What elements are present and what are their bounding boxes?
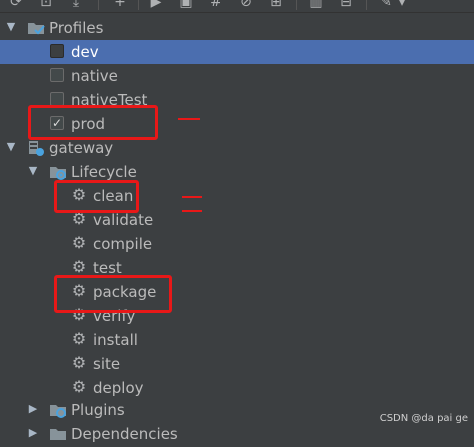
chevron-down-icon[interactable]: ▼ [4,20,18,34]
show-dependencies-icon[interactable]: ⊞ [268,0,284,10]
collapse-icon[interactable]: ⊟ [338,0,354,10]
profile-label-native: native [71,67,118,85]
lifecycle-phase-deploy[interactable]: ⚙ deploy [0,376,474,400]
annotation-box-prod [28,105,158,140]
lifecycle-phase-site[interactable]: ⚙ site [0,352,474,376]
annotation-line-clean-1 [182,196,202,198]
gear-icon: ⚙ [71,377,87,396]
execute-goal-icon[interactable]: ▣ [178,0,194,10]
generate-sources-icon[interactable]: ⊡ [38,0,54,10]
lifecycle-phase-compile[interactable]: ⚙ compile [0,232,474,256]
add-icon[interactable]: + [112,0,128,10]
lifecycle-phase-install[interactable]: ⚙ install [0,328,474,352]
profile-checkbox-native[interactable] [50,68,64,82]
plugins-label: Plugins [71,401,125,419]
toolbar-separator [366,0,367,10]
chevron-down-icon[interactable]: ▼ [4,140,18,154]
gear-icon: ⚙ [71,353,87,372]
phase-label: deploy [93,379,144,397]
skip-tests-icon[interactable]: ⊘ [238,0,254,10]
chevron-right-icon[interactable]: ▶ [26,426,40,440]
lifecycle-folder-icon [49,163,67,181]
phase-label: site [93,355,121,373]
chevron-down-icon[interactable]: ▼ [26,164,40,178]
profiles-folder-icon [27,19,45,37]
gear-icon: ⚙ [71,329,87,348]
lifecycle-label: Lifecycle [71,163,137,181]
watermark: CSDN @da pai ge [379,413,468,424]
download-icon[interactable]: ⤓ [68,0,84,10]
annotation-box-clean [54,180,139,213]
tree-node-dependencies[interactable]: ▶ Dependencies [0,422,474,446]
phase-label: compile [93,235,153,253]
chevron-right-icon[interactable]: ▶ [26,402,40,416]
phase-label: install [93,331,138,349]
settings-wrench-icon[interactable]: ✎ [378,0,394,10]
gateway-label: gateway [49,139,114,157]
toolbar-separator [296,0,297,10]
phase-label: validate [93,211,154,229]
dependencies-folder-icon [49,425,67,443]
tree-node-profiles[interactable]: ▼ Profiles [0,16,474,40]
profile-checkbox-dev[interactable] [50,44,64,58]
gear-icon: ⚙ [71,257,87,276]
profile-item-dev[interactable]: dev [0,40,474,64]
reload-icon[interactable]: ⟳ [8,0,24,10]
annotation-line-clean-2 [182,210,202,212]
plugins-folder-icon [49,401,67,419]
maven-project-icon [27,139,45,157]
toolbar-separator [98,0,99,10]
run-icon[interactable]: ▶ [148,0,164,10]
toolbar-separator [138,0,139,10]
profile-checkbox-nativetest[interactable] [50,92,64,106]
profile-label-dev: dev [71,43,99,61]
chevron-down-icon[interactable]: ▾ [394,0,410,10]
gear-icon: ⚙ [71,233,87,252]
annotation-box-package [54,275,172,313]
offline-mode-icon[interactable]: # [208,0,224,10]
analyze-icon[interactable]: ▥ [308,0,324,10]
maven-toolbar: ⟳ ⊡ ⤓ + ▶ ▣ # ⊘ ⊞ ▥ ⊟ ✎ ▾ [0,0,474,13]
dependencies-label: Dependencies [71,425,178,443]
annotation-line-prod [178,118,200,120]
profile-item-native[interactable]: native [0,64,474,88]
profiles-label: Profiles [49,19,104,37]
